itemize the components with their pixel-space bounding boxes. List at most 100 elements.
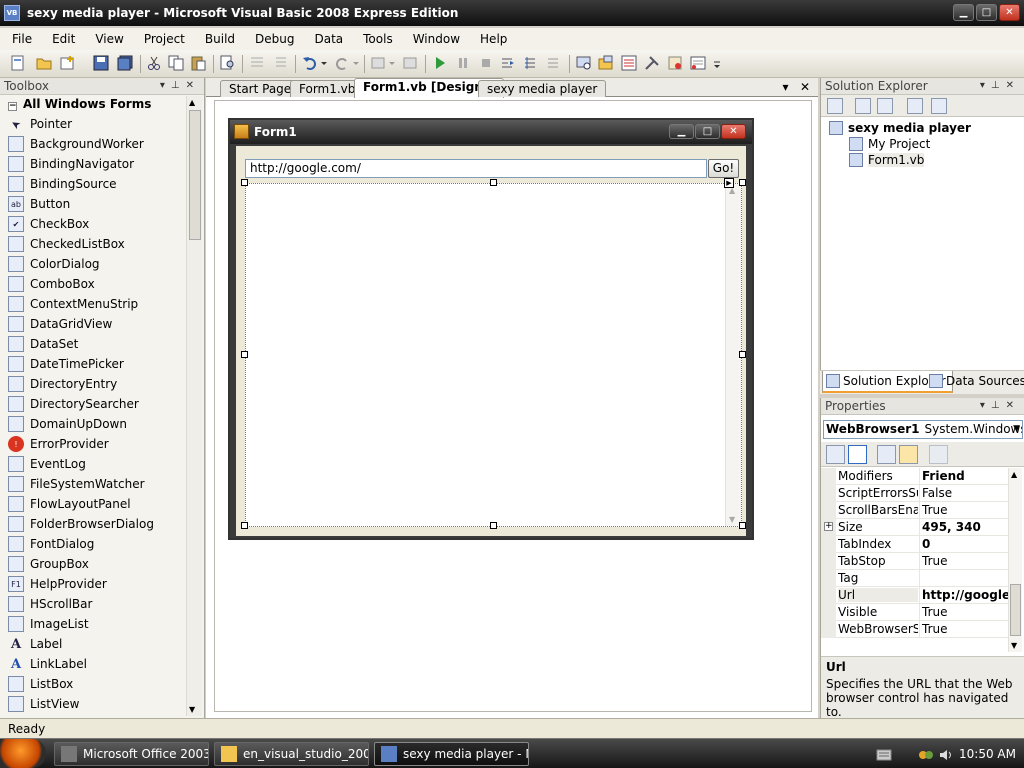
object-selector[interactable]: WebBrowser1 System.Windows.Forms.WebBrows… (823, 420, 1023, 439)
navigate-backward-icon[interactable] (370, 55, 386, 71)
comment-icon[interactable] (249, 55, 265, 71)
undo-icon[interactable] (302, 55, 318, 71)
cut-icon[interactable] (146, 55, 162, 71)
toolbox-item-domainupdown[interactable]: DomainUpDown (0, 414, 204, 434)
toolbox-item-combobox[interactable]: ComboBox (0, 274, 204, 294)
property-row[interactable]: WebBrowserShortcutsEnabledTrue (821, 621, 1009, 638)
property-value[interactable]: Friend (919, 468, 1009, 485)
toolbox-group-all-windows-forms[interactable]: − All Windows Forms (0, 95, 204, 114)
toolbox-item-backgroundworker[interactable]: BackgroundWorker (0, 134, 204, 154)
toolbox-item-linklabel[interactable]: A LinkLabel (0, 654, 204, 674)
menu-help[interactable]: Help (468, 32, 515, 46)
toolbox-scrollbar[interactable]: ▲ ▼ (186, 96, 202, 716)
toolbox-item-colordialog[interactable]: ColorDialog (0, 254, 204, 274)
close-button[interactable]: ✕ (999, 4, 1020, 21)
find-icon[interactable] (220, 55, 236, 71)
alphabetical-icon[interactable] (848, 445, 867, 464)
tree-node-my-project[interactable]: My Project (849, 137, 930, 151)
property-row[interactable]: Modifiers Friend (821, 468, 1009, 485)
panel-close-icon[interactable]: ✕ (1006, 80, 1020, 91)
scroll-thumb[interactable] (1010, 584, 1021, 636)
resize-handle[interactable] (241, 179, 248, 186)
properties-window-icon[interactable] (621, 55, 637, 71)
events-icon[interactable] (899, 445, 918, 464)
scroll-thumb[interactable] (189, 110, 201, 240)
find-in-files-icon[interactable] (576, 55, 592, 71)
webbrowser-control[interactable]: ▲ ▼ (245, 183, 742, 527)
toolbox-item-dataset[interactable]: DataSet (0, 334, 204, 354)
property-value[interactable]: True (919, 604, 1009, 621)
property-value[interactable]: True (919, 621, 1009, 638)
toolbar-overflow-icon[interactable] (712, 55, 722, 71)
task-visual-basic[interactable]: sexy media player - Mi... (374, 742, 529, 766)
toolbox-item-directoryentry[interactable]: DirectoryEntry (0, 374, 204, 394)
copy-icon[interactable] (168, 55, 184, 71)
new-project-icon[interactable] (10, 55, 26, 71)
navigate-dropdown-icon[interactable] (388, 55, 396, 71)
collapse-icon[interactable]: − (8, 102, 17, 111)
stop-icon[interactable] (478, 55, 494, 71)
chevron-down-icon[interactable]: ▼ (1013, 421, 1020, 438)
scroll-down-icon[interactable]: ▼ (1011, 641, 1017, 650)
form-close-button[interactable]: ✕ (721, 124, 746, 139)
save-all-icon[interactable] (117, 55, 133, 71)
toolbox-item-datagridview[interactable]: DataGridView (0, 314, 204, 334)
toolbox-item-errorprovider[interactable]: ! ErrorProvider (0, 434, 204, 454)
property-row[interactable]: + Size 495, 340 (821, 519, 1009, 536)
menu-debug[interactable]: Debug (243, 32, 302, 46)
property-value[interactable]: 495, 340 (919, 519, 1009, 536)
toolbox-item-folderbrowserdialog[interactable]: FolderBrowserDialog (0, 514, 204, 534)
start-debugging-icon[interactable] (432, 55, 448, 71)
toolbox-item-label[interactable]: A Label (0, 634, 204, 654)
toolbox-item-hscrollbar[interactable]: HScrollBar (0, 594, 204, 614)
resize-handle[interactable] (490, 522, 497, 529)
tab-sexy-media-player[interactable]: sexy media player (478, 80, 607, 97)
scroll-up-icon[interactable]: ▲ (189, 98, 195, 107)
form1-client-area[interactable]: http://google.com/ Go! ▲ ▼ ▶ (236, 146, 746, 536)
tab-data-sources[interactable]: Data Sources (926, 371, 1024, 393)
toolbox-item-contextmenustrip[interactable]: ContextMenuStrip (0, 294, 204, 314)
toolbox-item-pointer[interactable]: ➤ Pointer (0, 114, 204, 134)
toolbox-item-checkbox[interactable]: ✔ CheckBox (0, 214, 204, 234)
property-row[interactable]: Urlhttp://google.com/ (821, 587, 1009, 604)
toolbox-item-checkedlistbox[interactable]: CheckedListBox (0, 234, 204, 254)
pin-icon[interactable]: ⊥ (991, 400, 1006, 411)
start-button[interactable] (0, 739, 46, 768)
navigate-forward-icon[interactable] (402, 55, 418, 71)
volume-icon[interactable] (938, 747, 954, 763)
step-over-icon[interactable] (523, 55, 539, 71)
tree-node-project[interactable]: sexy media player (829, 121, 971, 135)
panel-dropdown-icon[interactable]: ▾ (980, 80, 991, 91)
property-row[interactable]: TabStop True (821, 553, 1009, 570)
redo-icon[interactable] (334, 55, 350, 71)
toolbox-window-icon[interactable] (644, 55, 660, 71)
property-row[interactable]: TabIndex 0 (821, 536, 1009, 553)
tab-start-page[interactable]: Start Page (220, 80, 301, 97)
toolbox-item-bindingnavigator[interactable]: BindingNavigator (0, 154, 204, 174)
property-row[interactable]: ScriptErrorsSuppressedFalse (821, 485, 1009, 502)
resize-handle[interactable] (739, 179, 746, 186)
properties-icon[interactable] (877, 445, 896, 464)
scroll-up-icon[interactable]: ▲ (1011, 470, 1017, 479)
property-value[interactable]: http://google.com/ (919, 587, 1009, 604)
error-list-icon[interactable] (690, 55, 706, 71)
solution-explorer-icon[interactable] (598, 55, 614, 71)
property-row[interactable]: Tag (821, 570, 1009, 587)
menu-tools[interactable]: Tools (351, 32, 401, 46)
undo-dropdown-icon[interactable] (320, 55, 328, 71)
view-code-icon[interactable] (907, 98, 923, 114)
toolbox-item-datetimepicker[interactable]: DateTimePicker (0, 354, 204, 374)
menu-file[interactable]: File (0, 32, 40, 46)
resize-handle[interactable] (241, 351, 248, 358)
property-pages-icon[interactable] (929, 445, 948, 464)
property-value[interactable]: True (919, 502, 1009, 519)
add-item-icon[interactable] (60, 55, 76, 71)
show-all-files-icon[interactable] (855, 98, 871, 114)
expand-icon[interactable]: + (824, 522, 833, 531)
menu-window[interactable]: Window (401, 32, 468, 46)
keyboard-icon[interactable] (876, 748, 892, 762)
menu-edit[interactable]: Edit (40, 32, 83, 46)
pin-icon[interactable]: ⊥ (991, 80, 1006, 91)
uncomment-icon[interactable] (272, 55, 288, 71)
form-maximize-button[interactable]: □ (695, 124, 720, 139)
